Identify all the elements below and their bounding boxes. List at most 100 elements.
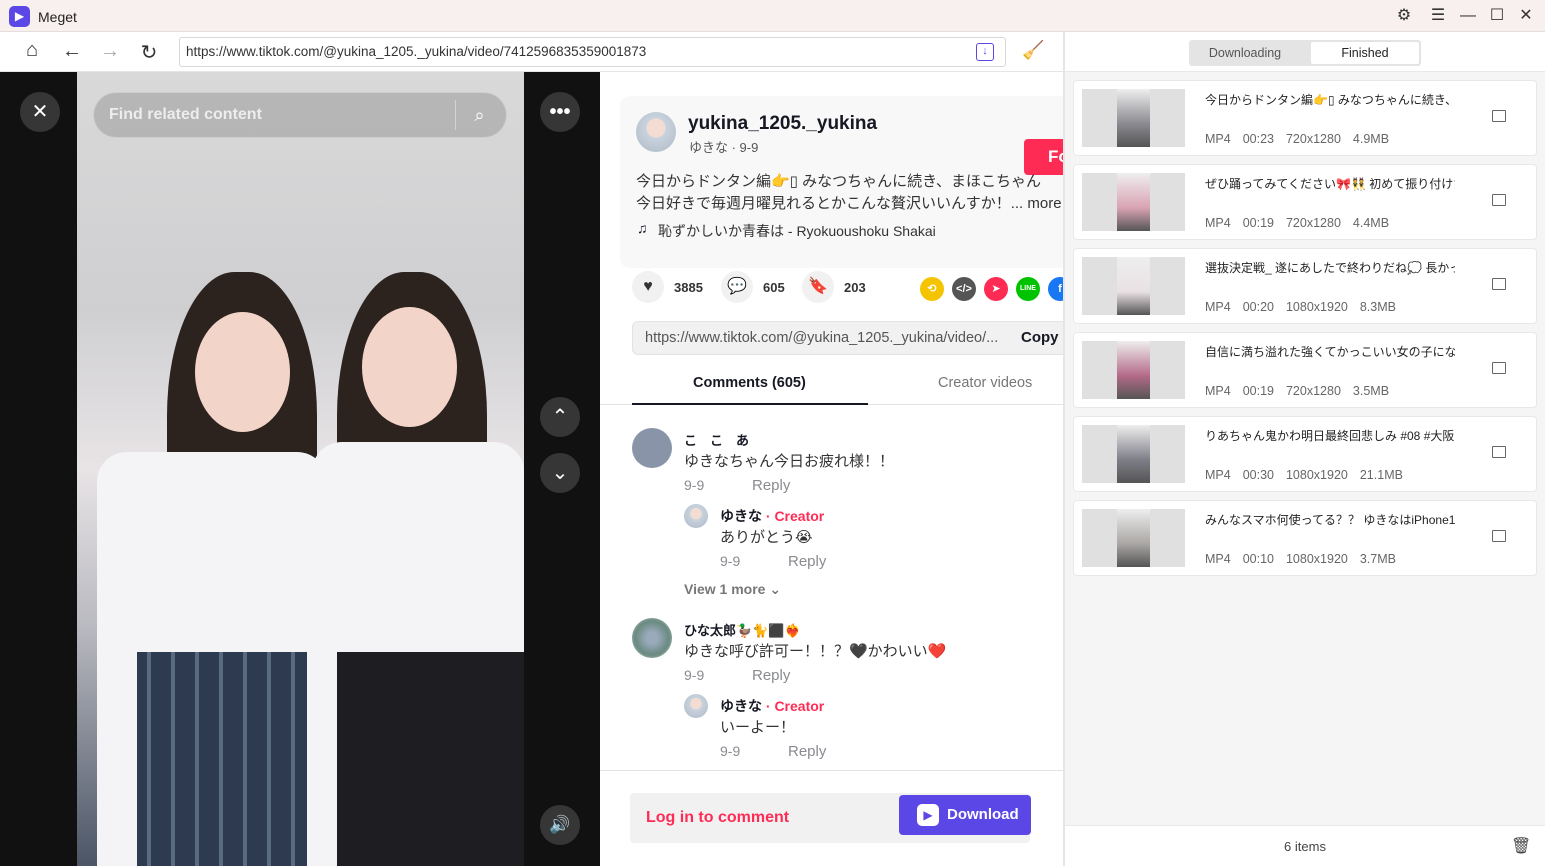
tab-creator-videos[interactable]: Creator videos — [938, 375, 1032, 401]
view-more-replies[interactable]: View 1 more ⌄ — [684, 581, 781, 598]
download-page-icon[interactable]: ↓ — [976, 43, 994, 61]
forward-icon[interactable]: → — [98, 40, 122, 63]
commenter-name[interactable]: こ こ あ — [684, 430, 749, 449]
close-video-button[interactable]: ✕ — [20, 92, 60, 132]
commenter-name[interactable]: ひな太郎🦆🐈⬛❤️‍🔥 — [684, 620, 801, 639]
close-icon[interactable]: ✕ — [1516, 6, 1536, 26]
video-thumbnail — [1082, 89, 1185, 147]
heart-icon: ♥ — [632, 271, 664, 303]
comment-date: 9-9 — [684, 477, 705, 493]
maximize-icon[interactable]: ☐ — [1487, 6, 1507, 26]
duration: 00:20 — [1242, 300, 1274, 314]
reply-button[interactable]: Reply — [752, 667, 790, 684]
tab-finished[interactable]: Finished — [1311, 42, 1419, 64]
meget-download-icon: ▶ — [917, 804, 939, 826]
file-size: 4.4MB — [1352, 216, 1390, 230]
clear-brush-icon[interactable]: 🧹 — [1022, 40, 1044, 61]
minimize-icon[interactable]: — — [1458, 6, 1478, 26]
file-size: 4.9MB — [1352, 132, 1390, 146]
download-item[interactable]: 選抜決定戦_ 遂にあしたで終わりだね💭 長かっ MP4 00:20 1080x192… — [1073, 248, 1537, 324]
caption-line-1: 今日からドンタン編👉▯ みなつちゃんに続き、まほこちゃん — [636, 173, 1042, 190]
commenter-avatar[interactable] — [632, 428, 672, 468]
download-meta: MP4 00:10 1080x1920 3.7MB — [1205, 552, 1408, 566]
facebook-icon[interactable]: f — [1048, 277, 1063, 301]
caption-line-2[interactable]: 今日好きで毎週月曜見れるとかこんな贅沢いいんすか！... more — [636, 192, 1062, 213]
open-folder-icon[interactable] — [1492, 110, 1506, 122]
comment-button[interactable]: 💬 605 — [721, 271, 785, 303]
open-folder-icon[interactable] — [1492, 362, 1506, 374]
volume-icon[interactable]: 🔊 — [540, 805, 580, 845]
reply-text: ありがとう😭 — [720, 529, 813, 546]
comment-count: 605 — [763, 279, 785, 295]
creator-avatar[interactable] — [684, 504, 708, 528]
creator-subtitle: ゆきな · 9-9 — [689, 140, 759, 155]
creator-avatar[interactable] — [684, 694, 708, 718]
line-icon[interactable]: LINE — [1016, 277, 1040, 301]
reply-button[interactable]: Reply — [788, 553, 826, 570]
url-input[interactable]: https://www.tiktok.com/@yukina_1205._yuk… — [179, 37, 1006, 67]
commenter-avatar[interactable] — [632, 618, 672, 658]
reply-button[interactable]: Reply — [752, 477, 790, 494]
format: MP4 — [1205, 300, 1231, 314]
download-item[interactable]: ぜひ踊ってみてください🎀👯 初めて振り付けた MP4 00:19 720x1280 4… — [1073, 164, 1537, 240]
video-frame — [77, 72, 524, 866]
post-panel: yukina_1205._yukina ゆきな · 9-9 Follow 今日か… — [600, 72, 1063, 866]
download-item[interactable]: 自信に満ち溢れた強くてかっこいい女の子にな MP4 00:19 720x1280 3.… — [1073, 332, 1537, 408]
download-tabs: Downloading Finished — [1189, 40, 1421, 66]
find-related-input[interactable]: Find related content — [93, 92, 507, 138]
comment-footer: Log in to comment Download ▶ — [600, 770, 1063, 866]
reply-author[interactable]: ゆきな — [720, 508, 762, 524]
creator-avatar[interactable] — [636, 112, 676, 152]
creator-username[interactable]: yukina_1205._yukina — [688, 113, 877, 135]
gear-icon[interactable]: ⚙ — [1394, 6, 1414, 26]
format: MP4 — [1205, 468, 1231, 482]
like-button[interactable]: ♥ 3885 — [632, 271, 703, 303]
embed-icon[interactable]: </> — [952, 277, 976, 301]
post-card: yukina_1205._yukina ゆきな · 9-9 Follow 今日か… — [620, 96, 1063, 268]
save-button[interactable]: 🔖 203 — [802, 271, 866, 303]
format: MP4 — [1205, 384, 1231, 398]
trash-icon[interactable]: 🗑 — [1511, 836, 1531, 856]
share-link-field[interactable]: https://www.tiktok.com/@yukina_1205._yuk… — [632, 321, 1063, 355]
tab-downloading[interactable]: Downloading — [1191, 42, 1299, 64]
video-thumbnail — [1082, 509, 1185, 567]
download-item[interactable]: みんなスマホ何使ってる？？ ゆきなはiPhone14 MP4 00:10 1080x… — [1073, 500, 1537, 576]
duration: 00:10 — [1242, 552, 1274, 566]
reply-author[interactable]: ゆきな — [720, 698, 762, 714]
home-icon[interactable]: ⌂ — [20, 39, 44, 62]
repost-icon[interactable]: ⟲ — [920, 277, 944, 301]
download-item[interactable]: りあちゃん鬼かわ明日最終回悲しみ #08 #大阪 MP4 00:30 1080x19… — [1073, 416, 1537, 492]
duration: 00:23 — [1242, 132, 1274, 146]
reply-text: いーよー！ — [720, 719, 796, 736]
music-title[interactable]: 恥ずかしいか青春は - Ryokuoushoku Shakai — [658, 221, 936, 241]
comment-text: ゆきなちゃん今日お疲れ様！！ — [684, 453, 895, 470]
open-folder-icon[interactable] — [1492, 530, 1506, 542]
send-icon[interactable]: ➤ — [984, 277, 1008, 301]
save-count: 203 — [844, 279, 866, 295]
open-folder-icon[interactable] — [1492, 278, 1506, 290]
open-folder-icon[interactable] — [1492, 194, 1506, 206]
video-thumbnail — [1082, 425, 1185, 483]
menu-icon[interactable]: ☰ — [1428, 6, 1448, 26]
previous-video-button[interactable]: ⌃ — [540, 397, 580, 437]
download-title: みんなスマホ何使ってる？？ ゆきなはiPhone14 — [1205, 513, 1455, 527]
back-icon[interactable]: ← — [60, 40, 84, 63]
refresh-icon[interactable]: ↻ — [137, 40, 161, 65]
more-options-icon[interactable]: ••• — [540, 92, 580, 132]
resolution: 1080x1920 — [1285, 300, 1348, 314]
search-icon[interactable]: ⌕ — [455, 100, 503, 130]
duration: 00:19 — [1242, 384, 1274, 398]
download-meta: MP4 00:23 720x1280 4.9MB — [1205, 132, 1401, 146]
download-item[interactable]: 今日からドンタン編👉▯ みなつちゃんに続き、 MP4 00:23 720x1280 4… — [1073, 80, 1537, 156]
music-note-icon: ♫ — [637, 220, 648, 236]
download-meta: MP4 00:19 720x1280 3.5MB — [1205, 384, 1401, 398]
download-title: 今日からドンタン編👉▯ みなつちゃんに続き、 — [1205, 93, 1455, 107]
reply-button[interactable]: Reply — [788, 743, 826, 760]
download-title: ぜひ踊ってみてください🎀👯 初めて振り付けた — [1205, 177, 1455, 191]
creator-badge: · Creator — [765, 508, 825, 524]
tab-comments[interactable]: Comments (605) — [693, 375, 806, 401]
next-video-button[interactable]: ⌄ — [540, 453, 580, 493]
copy-link-button[interactable]: Copy — [1021, 329, 1059, 346]
comment-date: 9-9 — [684, 667, 705, 683]
open-folder-icon[interactable] — [1492, 446, 1506, 458]
